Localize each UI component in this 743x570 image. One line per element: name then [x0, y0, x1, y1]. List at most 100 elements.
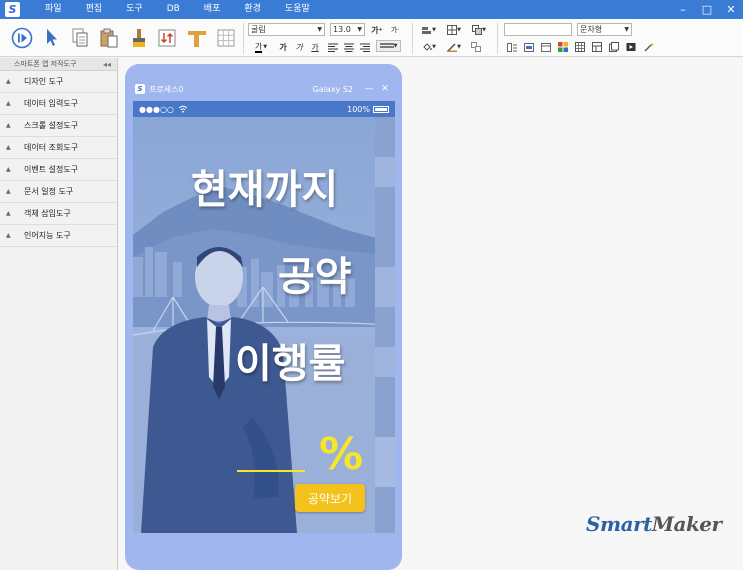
copy-icon [72, 28, 88, 47]
swap-button[interactable] [153, 23, 181, 53]
grid-button[interactable] [212, 23, 240, 53]
menu-file[interactable]: 파일 [33, 0, 74, 19]
italic-button[interactable]: 가 [292, 41, 306, 53]
menu-tools[interactable]: 도구 [114, 0, 155, 19]
tool-item-label: 스크롤 설정도구 [24, 121, 79, 130]
tool-item-label: 데이터 입력도구 [24, 99, 79, 108]
grow-font-button[interactable]: 가 + [370, 24, 384, 36]
tool-item-event[interactable]: ▲ 이벤트 설정도구 [0, 159, 117, 181]
tool-item-ai[interactable]: ▲ 인어지능 도구 [0, 225, 117, 247]
headline-line-3: 이행률 [235, 341, 346, 387]
separator [243, 22, 244, 54]
font-family-select[interactable]: 굴림 ▼ [248, 23, 325, 36]
align-center-button[interactable] [342, 41, 356, 53]
device-model: Galaxy S2 [312, 84, 353, 94]
view-pledges-button[interactable]: 공약보기 [295, 484, 365, 512]
property-button-8[interactable] [624, 41, 638, 53]
underline-button[interactable]: 가 [308, 41, 322, 53]
menu-bar: S 파일 편집 도구 DB 배포 환경 도움말 – □ ✕ [0, 0, 743, 19]
line-style-icon [379, 43, 394, 48]
align-right-button[interactable] [358, 41, 372, 53]
table-button[interactable]: ▼ [444, 24, 464, 36]
font-size-select[interactable]: 13.0 ▼ [330, 23, 365, 36]
menu-edit[interactable]: 편집 [74, 0, 115, 19]
property-button-6[interactable] [590, 41, 604, 53]
triangle-up-icon: ▲ [6, 188, 11, 195]
property-button-7[interactable] [607, 41, 621, 53]
text-type-select[interactable]: 문자형 ▼ [577, 23, 632, 36]
tform-button[interactable] [183, 23, 211, 53]
chevron-down-icon: ▼ [317, 26, 322, 33]
align-objects-button[interactable]: ▼ [419, 24, 439, 36]
collapse-panel-icon[interactable]: ◂◂ [103, 60, 111, 69]
layer-icon [472, 25, 483, 35]
swap-icon [158, 29, 176, 47]
tool-item-design[interactable]: ▲ 디자인 도구 [0, 71, 117, 93]
select-tool-button[interactable] [38, 23, 66, 53]
app-logo-icon: S [135, 84, 145, 94]
align-left-button[interactable] [326, 41, 340, 53]
bold-button[interactable]: 가 [276, 41, 290, 53]
headline-line-2: 공약 [278, 254, 352, 300]
menu-db[interactable]: DB [155, 0, 192, 19]
tool-item-scroll[interactable]: ▲ 스크롤 설정도구 [0, 115, 117, 137]
property-button-3[interactable] [539, 41, 553, 53]
triangle-up-icon: ▲ [6, 232, 11, 239]
logo-text-main: Smart [586, 512, 652, 536]
menu-settings[interactable]: 환경 [232, 0, 273, 19]
paint-bucket-icon [423, 43, 433, 51]
property-button-4[interactable] [556, 41, 570, 53]
font-color-button[interactable]: 가 ▼ [252, 41, 270, 53]
form-icon [524, 42, 534, 52]
tool-item-object-insert[interactable]: ▲ 객체 삽입도구 [0, 203, 117, 225]
property-button-2[interactable] [522, 41, 536, 53]
paste-button[interactable] [95, 23, 123, 53]
phone-close-button[interactable]: ✕ [377, 84, 393, 94]
tool-item-label: 인어지능 도구 [24, 231, 71, 240]
line-style-button[interactable]: ▼ [376, 40, 401, 52]
copy-button[interactable] [66, 23, 94, 53]
window-controls: – □ ✕ [671, 0, 743, 19]
media-icon [626, 43, 636, 51]
format-painter-button[interactable] [125, 23, 153, 53]
layout-icon [592, 42, 602, 52]
tool-item-document[interactable]: ▲ 문서 일정 도구 [0, 181, 117, 203]
close-button[interactable]: ✕ [719, 0, 743, 19]
tiles-icon [558, 42, 568, 52]
group-button[interactable] [469, 41, 483, 53]
table-icon [447, 25, 458, 35]
object-name-input[interactable] [504, 23, 572, 36]
menu-deploy[interactable]: 배포 [192, 0, 233, 19]
pages-icon [609, 42, 619, 52]
app-logo-icon: S [5, 2, 20, 17]
table-grid-icon [575, 42, 585, 52]
property-button-9[interactable] [642, 41, 656, 53]
tool-item-data-input[interactable]: ▲ 데이터 입력도구 [0, 93, 117, 115]
property-button-1[interactable] [505, 41, 519, 53]
run-button[interactable] [8, 23, 36, 53]
text-type-value: 문자형 [580, 25, 603, 34]
play-icon [11, 27, 33, 49]
shrink-font-button[interactable]: 가- [388, 24, 402, 36]
list-icon [507, 42, 517, 52]
phone-screen[interactable]: ●●●○○ 100% 현재까지 공약 이행률 % 공약보기 [133, 101, 395, 533]
phone-minimize-button[interactable]: — [361, 84, 377, 94]
frame-icon [541, 42, 551, 52]
fill-color-button[interactable]: ▼ [419, 41, 439, 53]
layer-button[interactable]: ▼ [469, 24, 489, 36]
status-bar: ●●●○○ 100% [133, 101, 395, 117]
tool-item-data-query[interactable]: ▲ 데이터 조회도구 [0, 137, 117, 159]
maximize-button[interactable]: □ [695, 0, 719, 19]
group-icon [471, 42, 481, 52]
line-color-button[interactable]: ▼ [444, 41, 464, 53]
align-objects-icon [422, 26, 432, 34]
tool-panel: 스마트폰 앱 저작도구 ◂◂ ▲ 디자인 도구 ▲ 데이터 입력도구 ▲ 스크롤 설정… [0, 58, 118, 570]
minimize-button[interactable]: – [671, 0, 695, 19]
align-left-icon [328, 43, 338, 52]
battery-level: 100% [347, 104, 370, 114]
menu-help[interactable]: 도움말 [273, 0, 322, 19]
logo-text-sub: Maker [651, 512, 722, 536]
property-button-5[interactable] [573, 41, 587, 53]
percent-sign: % [319, 429, 364, 480]
design-canvas[interactable]: S 프로세스0 Galaxy S2 — ✕ ●●●○○ 100% 현재까지 공약… [119, 58, 743, 570]
